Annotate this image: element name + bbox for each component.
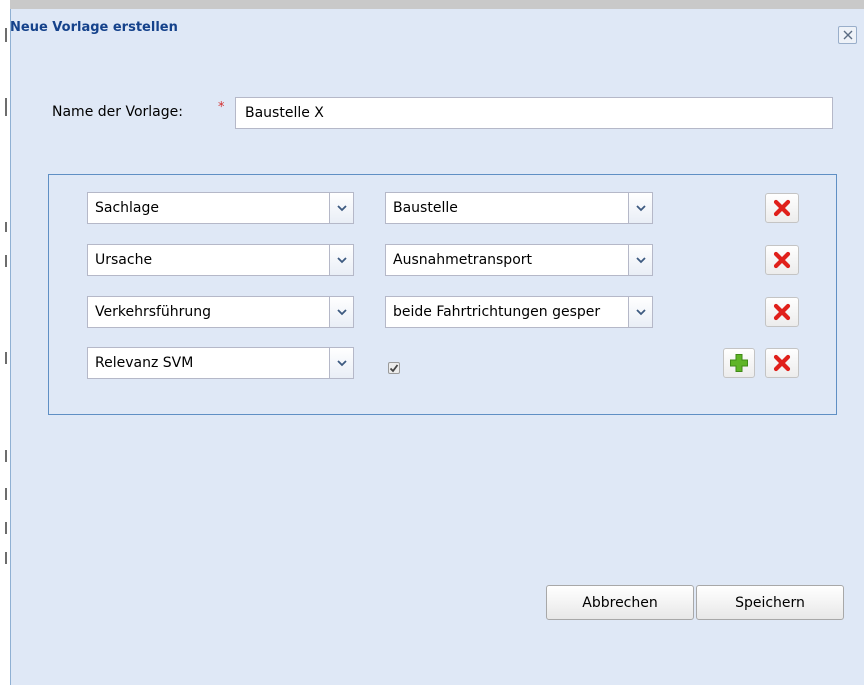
dropdown-trigger[interactable] xyxy=(329,245,353,275)
background-mark xyxy=(5,98,7,116)
delete-row-button[interactable] xyxy=(765,245,799,275)
field-select-verkehrsfuehrung[interactable]: Verkehrsführung xyxy=(87,296,354,328)
red-x-icon xyxy=(773,303,791,321)
close-icon xyxy=(843,30,852,40)
field-select-value: Sachlage xyxy=(95,200,160,216)
dropdown-trigger[interactable] xyxy=(628,297,652,327)
dropdown-trigger[interactable] xyxy=(329,297,353,327)
save-button[interactable]: Speichern xyxy=(696,585,844,620)
background-mark xyxy=(5,222,7,232)
relevanz-svm-checkbox[interactable] xyxy=(388,362,400,374)
value-select-value: Baustelle xyxy=(393,200,458,216)
close-button[interactable] xyxy=(838,26,857,44)
chevron-down-icon xyxy=(336,256,347,263)
dropdown-trigger[interactable] xyxy=(329,193,353,223)
chevron-down-icon xyxy=(336,204,347,211)
value-select-value: beide Fahrtrichtungen gesper xyxy=(393,304,601,320)
chevron-down-icon xyxy=(336,308,347,315)
field-select-ursache[interactable]: Ursache xyxy=(87,244,354,276)
background-mark xyxy=(5,488,7,500)
value-select-ausnahmetransport[interactable]: Ausnahmetransport xyxy=(385,244,653,276)
delete-row-button[interactable] xyxy=(765,193,799,223)
background-mark xyxy=(5,522,7,534)
dialog-title: Neue Vorlage erstellen xyxy=(10,20,178,35)
required-marker: * xyxy=(218,100,225,115)
dropdown-trigger[interactable] xyxy=(628,245,652,275)
field-select-value: Relevanz SVM xyxy=(95,355,194,371)
red-x-icon xyxy=(773,251,791,269)
value-select-fahrtrichtungen[interactable]: beide Fahrtrichtungen gesper xyxy=(385,296,653,328)
checkmark-icon xyxy=(389,364,399,373)
green-plus-icon xyxy=(730,354,748,372)
template-name-input[interactable] xyxy=(235,97,833,129)
background-mark xyxy=(5,450,7,462)
background-mark xyxy=(5,552,7,564)
background-app-edge xyxy=(0,0,10,685)
delete-row-button[interactable] xyxy=(765,297,799,327)
background-mark xyxy=(5,28,7,42)
chevron-down-icon xyxy=(635,308,646,315)
red-x-icon xyxy=(773,199,791,217)
cancel-button[interactable]: Abbrechen xyxy=(546,585,694,620)
chevron-down-icon xyxy=(635,256,646,263)
field-select-relevanz-svm[interactable]: Relevanz SVM xyxy=(87,347,354,379)
template-name-label: Name der Vorlage: xyxy=(52,104,183,120)
add-row-button[interactable] xyxy=(723,348,755,378)
field-select-value: Verkehrsführung xyxy=(95,304,212,320)
value-select-baustelle[interactable]: Baustelle xyxy=(385,192,653,224)
field-select-value: Ursache xyxy=(95,252,153,268)
dropdown-trigger[interactable] xyxy=(329,348,353,378)
background-mark xyxy=(5,352,7,364)
background-mark xyxy=(5,255,7,267)
delete-row-button[interactable] xyxy=(765,348,799,378)
chevron-down-icon xyxy=(635,204,646,211)
chevron-down-icon xyxy=(336,359,347,366)
background-top-strip xyxy=(0,0,864,9)
field-select-sachlage[interactable]: Sachlage xyxy=(87,192,354,224)
value-select-value: Ausnahmetransport xyxy=(393,252,533,268)
dropdown-trigger[interactable] xyxy=(628,193,652,223)
red-x-icon xyxy=(773,354,791,372)
